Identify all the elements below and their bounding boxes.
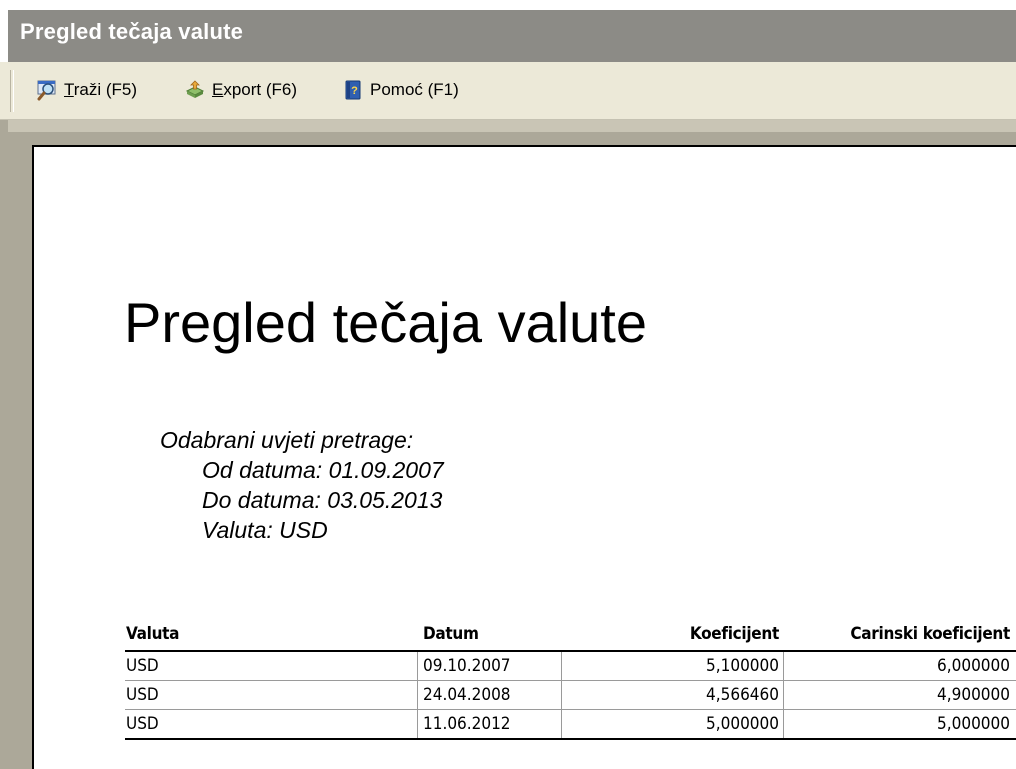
cell-coefficient: 5,000000	[706, 714, 779, 734]
cell-date: 09.10.2007	[423, 656, 511, 676]
search-icon	[36, 79, 58, 101]
window-titlebar: Pregled tečaja valute	[0, 0, 1016, 62]
cell-customs-coefficient: 5,000000	[937, 714, 1010, 734]
cell-divider	[417, 710, 418, 738]
cell-currency: USD	[126, 714, 159, 734]
toolbar: Traži (F5) Export (F6) ? Pomoć (F1)	[0, 62, 1016, 120]
cell-customs-coefficient: 6,000000	[937, 656, 1010, 676]
export-icon	[184, 79, 206, 101]
criteria-heading: Odabrani uvjeti pretrage:	[160, 427, 414, 453]
cell-divider	[417, 681, 418, 709]
search-button[interactable]: Traži (F5)	[36, 76, 137, 104]
cell-currency: USD	[126, 656, 159, 676]
cell-divider	[561, 710, 562, 738]
cell-date: 24.04.2008	[423, 685, 511, 705]
cell-divider	[783, 710, 784, 738]
export-button-label: Export (F6)	[212, 80, 298, 99]
help-button[interactable]: ? Pomoć (F1)	[342, 76, 459, 104]
column-header-customs-coefficient: Carinski koeficijent	[850, 624, 1010, 644]
cell-date: 11.06.2012	[423, 714, 511, 734]
workspace-strip	[8, 120, 1016, 132]
cell-divider	[783, 681, 784, 709]
cell-divider	[783, 652, 784, 680]
table-row: USD 24.04.2008 4,566460 4,900000	[125, 681, 1016, 710]
cell-coefficient: 4,566460	[706, 685, 779, 705]
cell-coefficient: 5,100000	[706, 656, 779, 676]
exchange-rate-table: Valuta Datum Koeficijent Carinski koefic…	[125, 620, 1016, 740]
table-row: USD 11.06.2012 5,000000 5,000000	[125, 710, 1016, 740]
help-book-icon: ?	[342, 79, 364, 101]
cell-divider	[561, 681, 562, 709]
cell-currency: USD	[126, 685, 159, 705]
help-button-label: Pomoć (F1)	[370, 80, 459, 99]
report-title: Pregled tečaja valute	[124, 291, 648, 354]
criteria-currency: Valuta: USD	[202, 517, 328, 543]
search-button-label: Traži (F5)	[64, 80, 138, 99]
search-criteria: Odabrani uvjeti pretrage: Od datuma: 01.…	[160, 425, 444, 545]
window-title: Pregled tečaja valute	[20, 19, 244, 44]
cell-divider	[417, 652, 418, 680]
column-header-coefficient: Koeficijent	[689, 624, 779, 644]
column-header-date: Datum	[423, 624, 479, 644]
svg-text:?: ?	[351, 85, 358, 97]
table-header: Valuta Datum Koeficijent Carinski koefic…	[125, 620, 1016, 652]
criteria-date-to: Do datuma: 03.05.2013	[202, 487, 443, 513]
cell-divider	[561, 652, 562, 680]
toolbar-grip[interactable]	[10, 70, 14, 112]
table-row: USD 09.10.2007 5,100000 6,000000	[125, 652, 1016, 681]
titlebar-background: Pregled tečaja valute	[8, 10, 1016, 62]
export-button[interactable]: Export (F6)	[184, 76, 297, 104]
criteria-date-from: Od datuma: 01.09.2007	[202, 457, 444, 483]
cell-customs-coefficient: 4,900000	[937, 685, 1010, 705]
column-header-currency: Valuta	[126, 624, 180, 644]
